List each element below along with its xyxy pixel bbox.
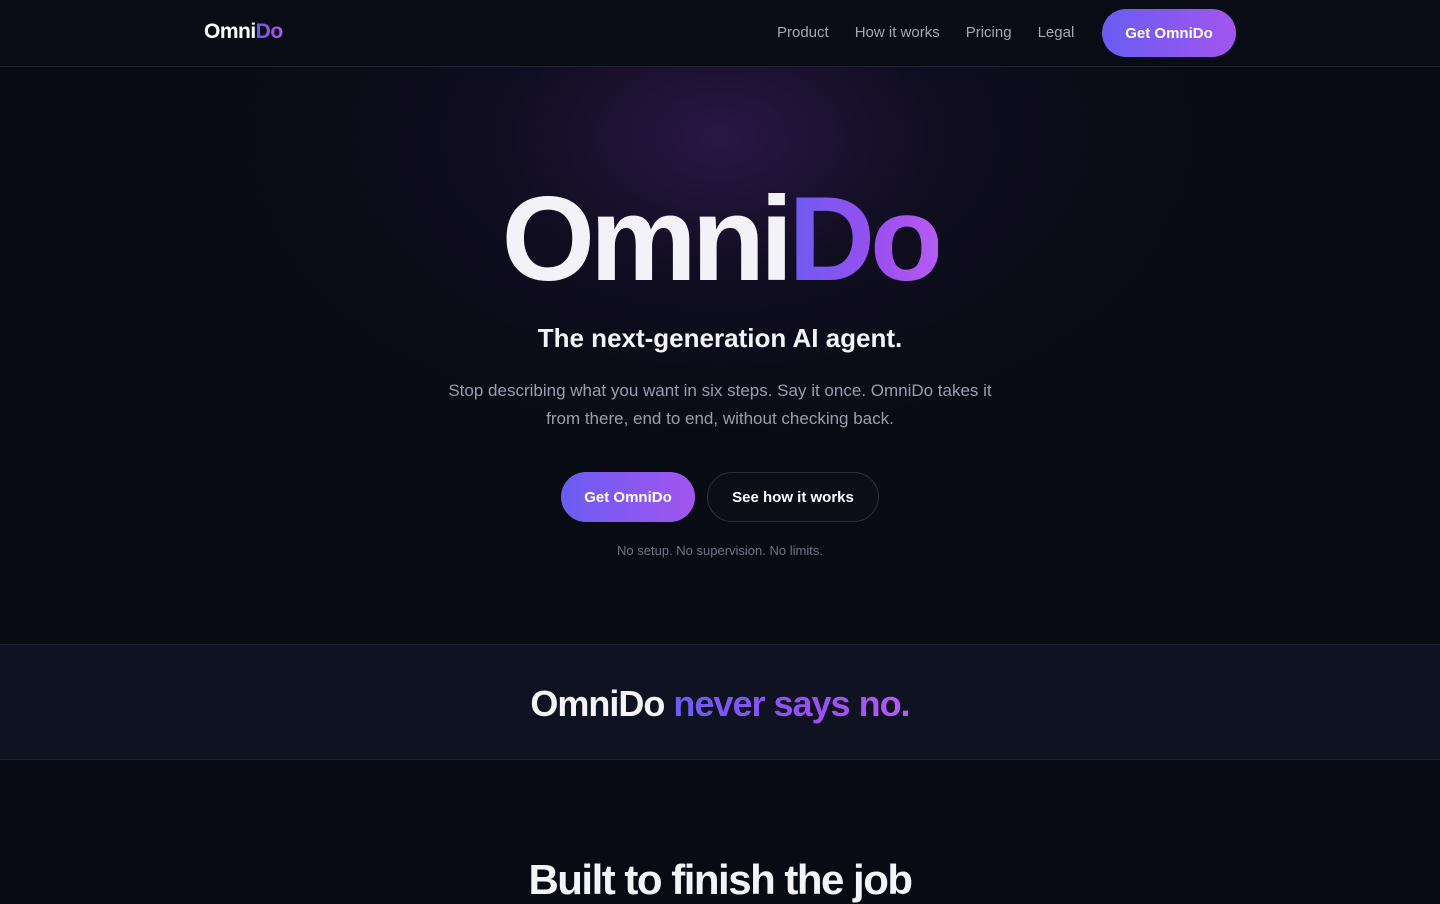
logo[interactable]: OmniDo [204, 20, 283, 44]
band-title-highlight: never says no. [673, 683, 910, 724]
hero-title-omni: Omni [501, 172, 794, 306]
band-title: OmniDo never says no. [0, 683, 1440, 725]
hero-title: OmniDo [0, 179, 1440, 299]
hero-section: OmniDo The next-generation AI agent. Sto… [0, 67, 1440, 645]
nav-link-pricing[interactable]: Pricing [966, 24, 1012, 41]
hero-title-do: Do [788, 172, 943, 306]
hero-note: No setup. No supervision. No limits. [617, 543, 823, 558]
nav-link-product[interactable]: Product [777, 24, 829, 41]
tagline-band: OmniDo never says no. [0, 645, 1440, 760]
logo-text-do: Do [255, 20, 284, 43]
hero-get-omnido-button[interactable]: Get OmniDo [561, 472, 695, 522]
hero-description: Stop describing what you want in six ste… [448, 381, 992, 428]
see-how-it-works-button[interactable]: See how it works [707, 472, 879, 522]
logo-text-omni: Omni [204, 20, 256, 43]
top-nav: OmniDo Product How it works Pricing Lega… [0, 0, 1440, 67]
nav-links: Product How it works Pricing Legal [777, 24, 1100, 41]
band-title-brand: OmniDo [530, 683, 674, 724]
hero-subtitle: The next-generation AI agent. [537, 323, 903, 353]
features-section: Built to finish the job [0, 760, 1440, 903]
features-section-title: Built to finish the job [528, 856, 913, 903]
nav-link-legal[interactable]: Legal [1038, 24, 1075, 41]
nav-get-omnido-button[interactable]: Get OmniDo [1102, 9, 1236, 57]
nav-link-how-it-works[interactable]: How it works [855, 24, 940, 41]
